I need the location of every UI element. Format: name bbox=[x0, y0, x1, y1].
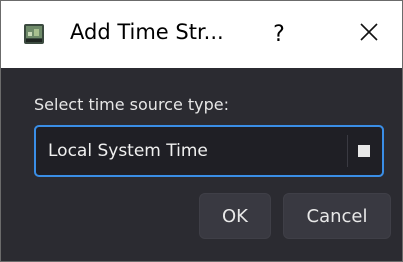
ok-button[interactable]: OK bbox=[199, 193, 271, 239]
cancel-button[interactable]: Cancel bbox=[283, 193, 391, 239]
dialog-window: Add Time Str... ? Select time source typ… bbox=[0, 0, 403, 262]
help-button[interactable]: ? bbox=[255, 11, 303, 57]
source-type-label: Select time source type: bbox=[34, 95, 230, 114]
dropdown-icon[interactable] bbox=[358, 145, 370, 157]
close-icon bbox=[359, 22, 379, 46]
close-button[interactable] bbox=[346, 11, 392, 57]
select-divider bbox=[347, 135, 348, 167]
title-bar[interactable]: Add Time Str... ? bbox=[1, 1, 402, 68]
monitor-icon bbox=[23, 23, 45, 45]
source-type-value: Local System Time bbox=[48, 141, 208, 161]
source-type-select[interactable]: Local System Time bbox=[34, 125, 384, 177]
dialog-body: Select time source type: Local System Ti… bbox=[1, 68, 402, 261]
window-title: Add Time Str... bbox=[70, 20, 224, 44]
